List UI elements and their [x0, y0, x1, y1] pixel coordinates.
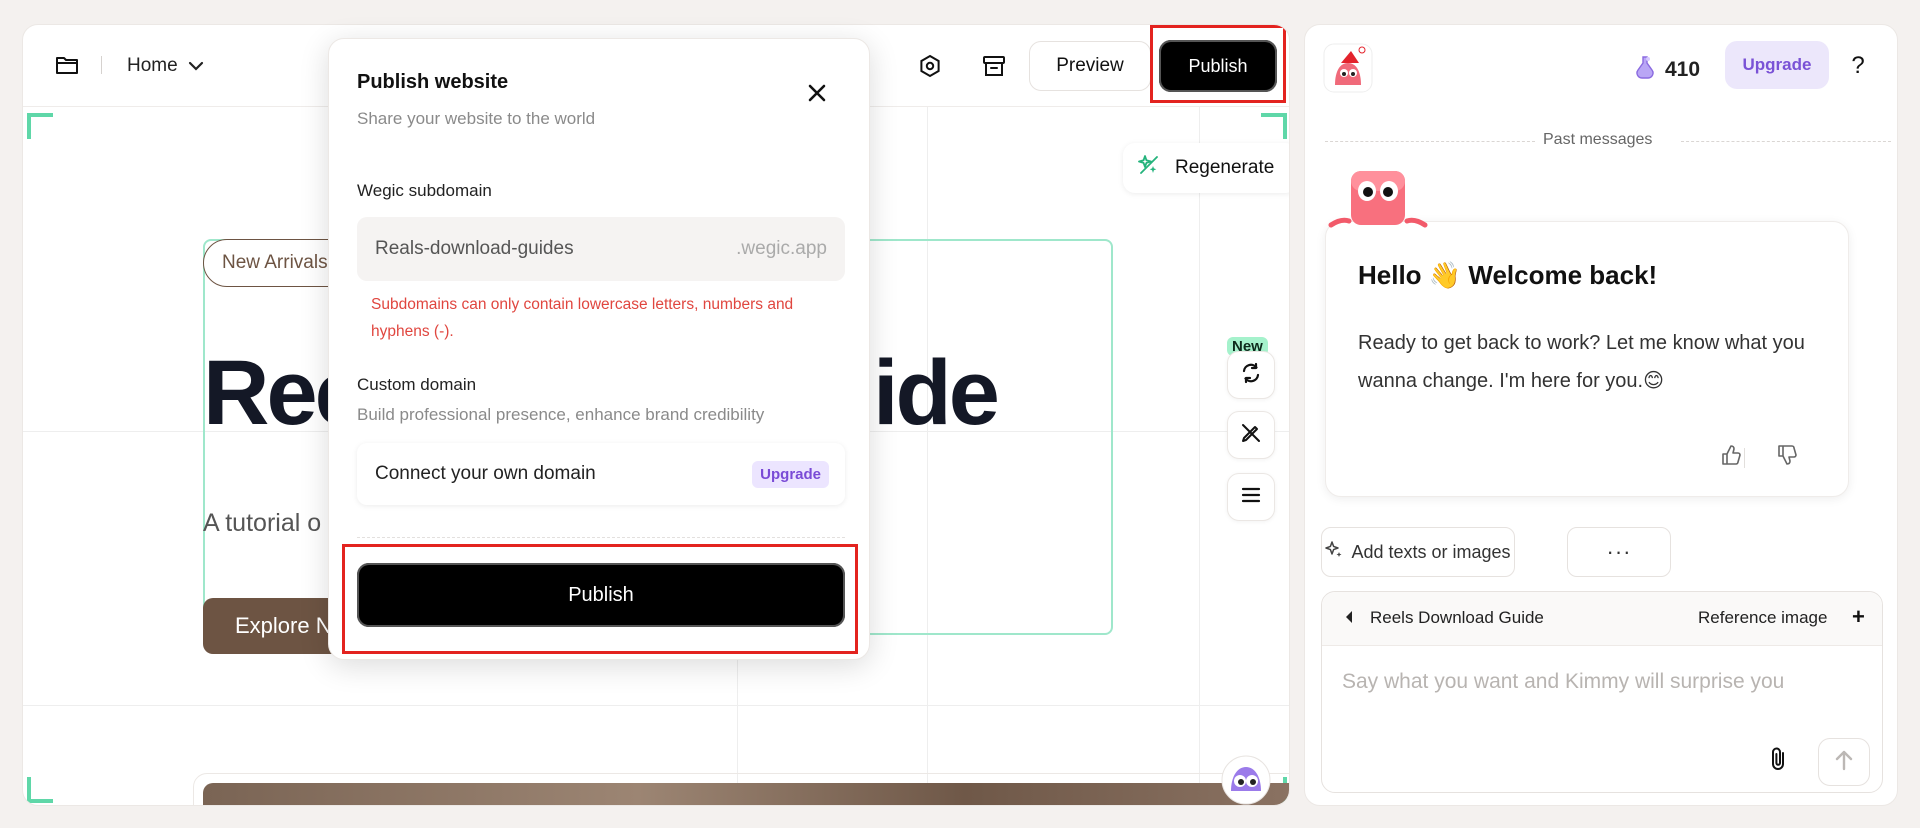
divider-line [1681, 141, 1891, 142]
subdomain-label: Wegic subdomain [357, 181, 492, 200]
chat-input[interactable]: Say what you want and Kimmy will surpris… [1342, 670, 1784, 694]
thumbs-down-icon[interactable] [1776, 444, 1804, 472]
send-button[interactable] [1818, 738, 1870, 786]
credits-value: 410 [1665, 58, 1701, 81]
potion-icon [1635, 55, 1655, 85]
welcome-body: Ready to get back to work? Let me know w… [1358, 332, 1805, 392]
add-texts-images-label: Add texts or images [1351, 541, 1511, 562]
reference-page-name: Reels Download Guide [1370, 608, 1544, 627]
feedback-divider [1744, 448, 1745, 468]
menu-button[interactable] [1227, 473, 1275, 521]
custom-domain-subtitle: Build professional presence, enhance bra… [357, 405, 765, 424]
modal-divider [357, 537, 845, 538]
close-icon[interactable] [801, 77, 833, 109]
subdomain-input[interactable]: Reals-download-guides .wegic.app [357, 217, 845, 281]
help-icon[interactable]: ? [1841, 49, 1875, 83]
avatar[interactable] [1323, 43, 1373, 93]
hero-image[interactable] [203, 783, 1289, 805]
refresh-icon [1240, 362, 1262, 389]
attachment-icon[interactable] [1768, 746, 1798, 776]
edit-style-button[interactable] [1227, 411, 1275, 459]
reference-image-button[interactable]: Reference image [1698, 608, 1827, 628]
canvas-corner [1261, 113, 1287, 139]
archive-icon[interactable] [977, 49, 1011, 83]
grid-line [1199, 107, 1200, 805]
list-icon [1241, 486, 1261, 509]
highlight-box [342, 544, 858, 654]
caret-left-icon[interactable] [1344, 610, 1354, 629]
page-selector-label: Home [127, 55, 178, 76]
preview-button[interactable]: Preview [1029, 41, 1151, 91]
folder-icon[interactable] [53, 51, 81, 79]
divider-line [1325, 141, 1535, 142]
kimmy-mascot-icon [1327, 165, 1429, 255]
chat-composer: Reels Download Guide Reference image + S… [1321, 591, 1883, 793]
hero-title-end[interactable]: ide [873, 347, 1000, 439]
regenerate-button[interactable]: Regenerate [1123, 143, 1289, 193]
modal-title: Publish website [357, 71, 509, 93]
canvas-corner [27, 113, 53, 139]
past-messages-label[interactable]: Past messages [1543, 131, 1652, 149]
custom-domain-label: Custom domain [357, 375, 477, 394]
sparkle-icon [1325, 540, 1343, 564]
modal-subtitle: Share your website to the world [357, 109, 596, 128]
grid-line [23, 705, 1289, 706]
assistant-message: Hello 👋 Welcome back! Ready to get back … [1325, 221, 1849, 497]
sync-button[interactable] [1227, 351, 1275, 399]
credits-counter[interactable]: 410 [1635, 51, 1700, 89]
brush-icon [1240, 422, 1262, 449]
hero-subtitle[interactable]: A tutorial o [203, 509, 321, 538]
welcome-title: Hello 👋 Welcome back! [1358, 260, 1658, 290]
sparkle-icon [1137, 153, 1161, 183]
settings-icon[interactable] [913, 49, 947, 83]
more-options-button[interactable]: ··· [1567, 527, 1671, 577]
connect-domain-row[interactable]: Connect your own domain Upgrade [357, 443, 845, 505]
add-texts-images-button[interactable]: Add texts or images [1321, 527, 1515, 577]
add-reference-icon[interactable]: + [1852, 604, 1865, 630]
toolbar-divider [101, 56, 102, 74]
connect-domain-label: Connect your own domain [375, 463, 596, 484]
chevron-down-icon [188, 55, 204, 77]
subdomain-error: Subdomains can only contain lowercase le… [371, 296, 794, 340]
upgrade-button[interactable]: Upgrade [1725, 41, 1829, 89]
regenerate-label: Regenerate [1175, 157, 1275, 178]
highlight-box [1150, 25, 1286, 103]
chat-panel: 410 Upgrade ? Past messages Hello 👋 Welc… [1304, 24, 1898, 806]
canvas-corner [27, 777, 53, 803]
assistant-mascot-icon[interactable] [1221, 755, 1271, 805]
upgrade-tag[interactable]: Upgrade [752, 460, 829, 488]
arrow-up-icon [1834, 749, 1854, 776]
subdomain-value: Reals-download-guides [375, 238, 574, 259]
page-selector[interactable]: Home [127, 53, 204, 79]
subdomain-suffix: .wegic.app [736, 238, 827, 259]
